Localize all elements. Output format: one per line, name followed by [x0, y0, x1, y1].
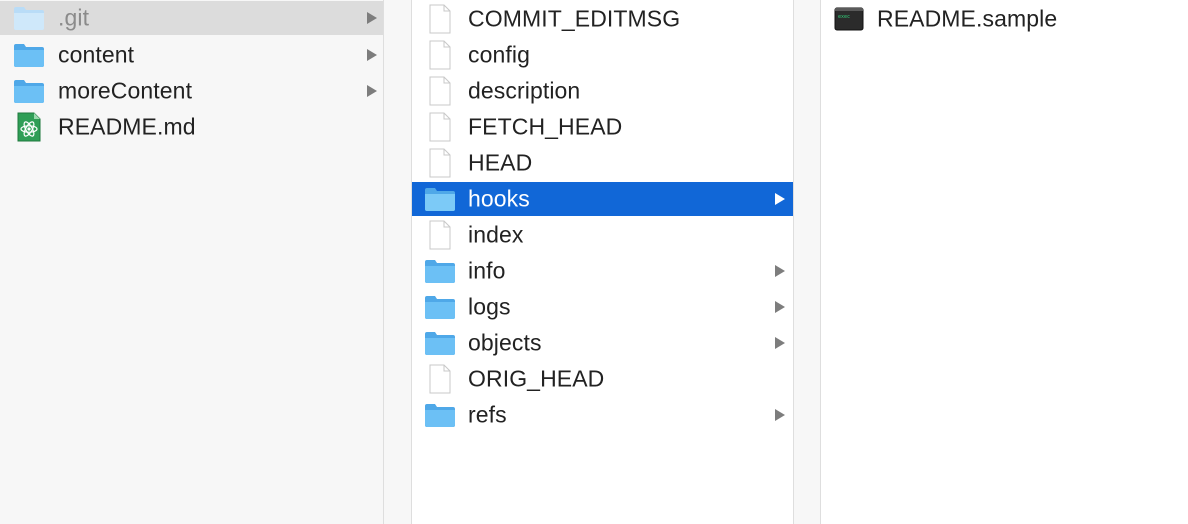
item-label: FETCH_HEAD [468, 113, 623, 140]
chevron-right-icon [773, 264, 787, 278]
list-item-index[interactable]: index [412, 218, 793, 252]
list-item-objects-folder[interactable]: objects [412, 326, 793, 360]
folder-icon [424, 185, 456, 213]
column-divider[interactable] [793, 0, 821, 524]
item-label: logs [468, 293, 511, 320]
chevron-right-icon [365, 84, 379, 98]
folder-icon [424, 401, 456, 429]
chevron-right-icon [773, 300, 787, 314]
item-label: COMMIT_EDITMSG [468, 5, 681, 32]
item-label: ORIG_HEAD [468, 365, 605, 392]
folder-icon [13, 77, 45, 105]
chevron-right-icon [773, 336, 787, 350]
item-label: config [468, 41, 530, 68]
document-icon [424, 364, 456, 394]
list-item-readme-md[interactable]: README.md [0, 110, 383, 144]
list-item-hooks-folder[interactable]: hooks [412, 182, 793, 216]
column-3[interactable]: exec README.sample [821, 0, 1188, 524]
list-item-commit-editmsg[interactable]: COMMIT_EDITMSG [412, 2, 793, 36]
svg-text:exec: exec [838, 14, 850, 20]
atom-file-icon [13, 112, 45, 142]
list-item-logs-folder[interactable]: logs [412, 290, 793, 324]
document-icon [424, 148, 456, 178]
item-label: refs [468, 401, 507, 428]
list-item-description[interactable]: description [412, 74, 793, 108]
list-item-config[interactable]: config [412, 38, 793, 72]
item-label: README.sample [877, 5, 1058, 32]
column-2[interactable]: COMMIT_EDITMSG config description FETCH_… [412, 0, 793, 524]
document-icon [424, 76, 456, 106]
item-label: hooks [468, 185, 530, 212]
list-item-head[interactable]: HEAD [412, 146, 793, 180]
list-item-fetch-head[interactable]: FETCH_HEAD [412, 110, 793, 144]
list-item-morecontent-folder[interactable]: moreContent [0, 74, 383, 108]
folder-icon [424, 293, 456, 321]
document-icon [424, 40, 456, 70]
item-label: description [468, 77, 581, 104]
list-item-content-folder[interactable]: content [0, 38, 383, 72]
item-label: index [468, 221, 524, 248]
chevron-right-icon [365, 11, 379, 25]
item-label: moreContent [58, 77, 193, 104]
list-item-readme-sample[interactable]: exec README.sample [821, 2, 1188, 36]
document-icon [424, 112, 456, 142]
item-label: objects [468, 329, 542, 356]
chevron-right-icon [365, 48, 379, 62]
item-label: .git [58, 4, 90, 31]
folder-icon [13, 41, 45, 69]
item-label: README.md [58, 113, 196, 140]
document-icon [424, 4, 456, 34]
finder-column-browser: .git content moreContent README.md COMMI… [0, 0, 1188, 524]
document-icon [424, 220, 456, 250]
chevron-right-icon [773, 408, 787, 422]
list-item-info-folder[interactable]: info [412, 254, 793, 288]
folder-icon [13, 4, 45, 32]
chevron-right-icon [773, 192, 787, 206]
folder-icon [424, 257, 456, 285]
item-label: HEAD [468, 149, 533, 176]
item-label: info [468, 257, 506, 284]
list-item-git-folder[interactable]: .git [0, 1, 383, 35]
list-item-refs-folder[interactable]: refs [412, 398, 793, 432]
item-label: content [58, 41, 135, 68]
column-divider[interactable] [383, 0, 412, 524]
folder-icon [424, 329, 456, 357]
list-item-orig-head[interactable]: ORIG_HEAD [412, 362, 793, 396]
terminal-executable-icon: exec [833, 5, 865, 33]
column-1[interactable]: .git content moreContent README.md [0, 0, 383, 524]
